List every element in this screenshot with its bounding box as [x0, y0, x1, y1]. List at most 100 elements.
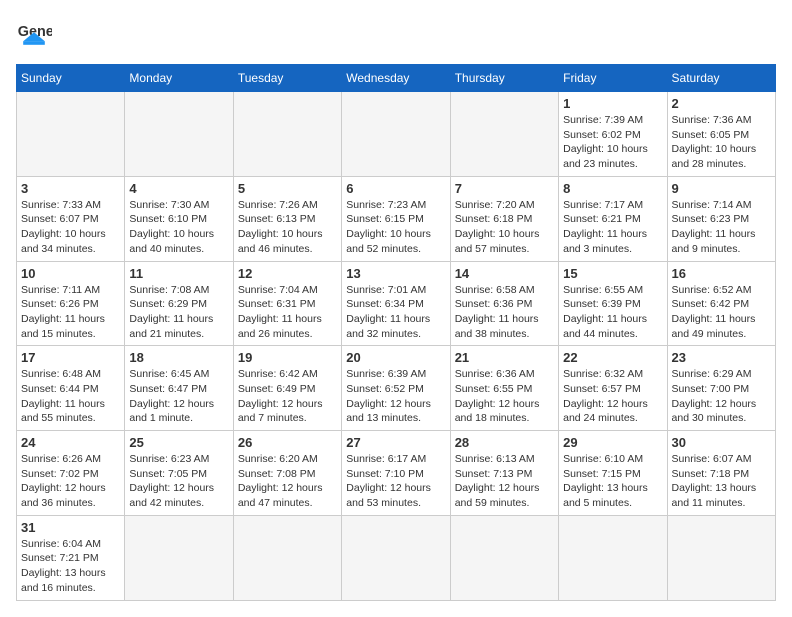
- day-info: Sunrise: 7:36 AMSunset: 6:05 PMDaylight:…: [672, 113, 771, 172]
- calendar-cell: 13 Sunrise: 7:01 AMSunset: 6:34 PMDayligh…: [342, 261, 450, 346]
- day-info: Sunrise: 7:23 AMSunset: 6:15 PMDaylight:…: [346, 198, 445, 257]
- day-number: 20: [346, 350, 445, 365]
- calendar-cell: 17 Sunrise: 6:48 AMSunset: 6:44 PMDayligh…: [17, 346, 125, 431]
- weekday-header-saturday: Saturday: [667, 65, 775, 92]
- day-number: 7: [455, 181, 554, 196]
- day-info: Sunrise: 7:14 AMSunset: 6:23 PMDaylight:…: [672, 198, 771, 257]
- day-info: Sunrise: 7:33 AMSunset: 6:07 PMDaylight:…: [21, 198, 120, 257]
- calendar-cell: [450, 515, 558, 600]
- calendar-cell: 30Sunrise: 6:07 AMSunset: 7:18 PMDayligh…: [667, 431, 775, 516]
- calendar-cell: 21Sunrise: 6:36 AMSunset: 6:55 PMDayligh…: [450, 346, 558, 431]
- day-number: 23: [672, 350, 771, 365]
- calendar-cell: 8Sunrise: 7:17 AMSunset: 6:21 PMDaylight…: [559, 176, 667, 261]
- calendar-week-4: 24 Sunrise: 6:26 AMSunset: 7:02 PMDayligh…: [17, 431, 776, 516]
- day-info: Sunrise: 6:58 AMSunset: 6:36 PMDaylight:…: [455, 283, 554, 342]
- day-number: 11: [129, 266, 228, 281]
- calendar-cell: [233, 515, 341, 600]
- header: General: [16, 16, 776, 52]
- calendar-cell: 14 Sunrise: 6:58 AMSunset: 6:36 PMDayligh…: [450, 261, 558, 346]
- day-info: Sunrise: 6:13 AMSunset: 7:13 PMDaylight:…: [455, 452, 554, 511]
- day-info: Sunrise: 7:30 AMSunset: 6:10 PMDaylight:…: [129, 198, 228, 257]
- day-number: 5: [238, 181, 337, 196]
- calendar-week-0: 1Sunrise: 7:39 AMSunset: 6:02 PMDaylight…: [17, 92, 776, 177]
- calendar-cell: 26Sunrise: 6:20 AMSunset: 7:08 PMDayligh…: [233, 431, 341, 516]
- day-info: Sunrise: 6:23 AMSunset: 7:05 PMDaylight:…: [129, 452, 228, 511]
- calendar-cell: [125, 92, 233, 177]
- day-number: 15: [563, 266, 662, 281]
- weekday-header-thursday: Thursday: [450, 65, 558, 92]
- day-number: 12: [238, 266, 337, 281]
- day-info: Sunrise: 6:52 AMSunset: 6:42 PMDaylight:…: [672, 283, 771, 342]
- day-info: Sunrise: 6:07 AMSunset: 7:18 PMDaylight:…: [672, 452, 771, 511]
- day-info: Sunrise: 7:04 AMSunset: 6:31 PMDaylight:…: [238, 283, 337, 342]
- weekday-header-sunday: Sunday: [17, 65, 125, 92]
- calendar-cell: 31 Sunrise: 6:04 AMSunset: 7:21 PMDayligh…: [17, 515, 125, 600]
- calendar-cell: 15 Sunrise: 6:55 AMSunset: 6:39 PMDayligh…: [559, 261, 667, 346]
- calendar-cell: 1Sunrise: 7:39 AMSunset: 6:02 PMDaylight…: [559, 92, 667, 177]
- day-info: Sunrise: 6:45 AMSunset: 6:47 PMDaylight:…: [129, 367, 228, 426]
- calendar-cell: [17, 92, 125, 177]
- calendar-cell: 18 Sunrise: 6:45 AMSunset: 6:47 PMDayligh…: [125, 346, 233, 431]
- calendar-cell: [450, 92, 558, 177]
- day-number: 16: [672, 266, 771, 281]
- calendar-cell: [667, 515, 775, 600]
- calendar-cell: 4 Sunrise: 7:30 AMSunset: 6:10 PMDaylight…: [125, 176, 233, 261]
- day-number: 25: [129, 435, 228, 450]
- weekday-header-wednesday: Wednesday: [342, 65, 450, 92]
- day-number: 17: [21, 350, 120, 365]
- calendar-cell: 24 Sunrise: 6:26 AMSunset: 7:02 PMDayligh…: [17, 431, 125, 516]
- calendar-cell: [233, 92, 341, 177]
- day-info: Sunrise: 6:26 AMSunset: 7:02 PMDaylight:…: [21, 452, 120, 511]
- calendar-week-5: 31 Sunrise: 6:04 AMSunset: 7:21 PMDayligh…: [17, 515, 776, 600]
- day-number: 4: [129, 181, 228, 196]
- calendar-cell: 6 Sunrise: 7:23 AMSunset: 6:15 PMDaylight…: [342, 176, 450, 261]
- day-number: 24: [21, 435, 120, 450]
- calendar-cell: 3Sunrise: 7:33 AMSunset: 6:07 PMDaylight…: [17, 176, 125, 261]
- day-info: Sunrise: 6:36 AMSunset: 6:55 PMDaylight:…: [455, 367, 554, 426]
- day-number: 28: [455, 435, 554, 450]
- calendar-week-2: 10 Sunrise: 7:11 AMSunset: 6:26 PMDayligh…: [17, 261, 776, 346]
- calendar-week-1: 3Sunrise: 7:33 AMSunset: 6:07 PMDaylight…: [17, 176, 776, 261]
- day-number: 2: [672, 96, 771, 111]
- day-info: Sunrise: 6:10 AMSunset: 7:15 PMDaylight:…: [563, 452, 662, 511]
- logo-icon: General: [16, 16, 52, 52]
- calendar-cell: [125, 515, 233, 600]
- day-number: 27: [346, 435, 445, 450]
- day-number: 6: [346, 181, 445, 196]
- logo: General: [16, 16, 56, 52]
- day-number: 26: [238, 435, 337, 450]
- day-info: Sunrise: 7:08 AMSunset: 6:29 PMDaylight:…: [129, 283, 228, 342]
- calendar-cell: 9Sunrise: 7:14 AMSunset: 6:23 PMDaylight…: [667, 176, 775, 261]
- day-info: Sunrise: 6:17 AMSunset: 7:10 PMDaylight:…: [346, 452, 445, 511]
- day-number: 31: [21, 520, 120, 535]
- calendar-week-3: 17 Sunrise: 6:48 AMSunset: 6:44 PMDayligh…: [17, 346, 776, 431]
- day-number: 13: [346, 266, 445, 281]
- day-info: Sunrise: 6:29 AMSunset: 7:00 PMDaylight:…: [672, 367, 771, 426]
- day-info: Sunrise: 7:20 AMSunset: 6:18 PMDaylight:…: [455, 198, 554, 257]
- day-info: Sunrise: 6:55 AMSunset: 6:39 PMDaylight:…: [563, 283, 662, 342]
- day-info: Sunrise: 7:01 AMSunset: 6:34 PMDaylight:…: [346, 283, 445, 342]
- day-info: Sunrise: 7:26 AMSunset: 6:13 PMDaylight:…: [238, 198, 337, 257]
- day-info: Sunrise: 7:17 AMSunset: 6:21 PMDaylight:…: [563, 198, 662, 257]
- day-number: 19: [238, 350, 337, 365]
- day-info: Sunrise: 6:48 AMSunset: 6:44 PMDaylight:…: [21, 367, 120, 426]
- calendar-cell: 23 Sunrise: 6:29 AMSunset: 7:00 PMDayligh…: [667, 346, 775, 431]
- calendar-cell: 29Sunrise: 6:10 AMSunset: 7:15 PMDayligh…: [559, 431, 667, 516]
- day-info: Sunrise: 6:04 AMSunset: 7:21 PMDaylight:…: [21, 537, 120, 596]
- day-info: Sunrise: 7:11 AMSunset: 6:26 PMDaylight:…: [21, 283, 120, 342]
- day-info: Sunrise: 7:39 AMSunset: 6:02 PMDaylight:…: [563, 113, 662, 172]
- calendar-cell: 7 Sunrise: 7:20 AMSunset: 6:18 PMDaylight…: [450, 176, 558, 261]
- calendar-cell: 16 Sunrise: 6:52 AMSunset: 6:42 PMDayligh…: [667, 261, 775, 346]
- calendar-cell: 25 Sunrise: 6:23 AMSunset: 7:05 PMDayligh…: [125, 431, 233, 516]
- calendar-cell: 12 Sunrise: 7:04 AMSunset: 6:31 PMDayligh…: [233, 261, 341, 346]
- calendar-cell: 10 Sunrise: 7:11 AMSunset: 6:26 PMDayligh…: [17, 261, 125, 346]
- calendar-cell: 11 Sunrise: 7:08 AMSunset: 6:29 PMDayligh…: [125, 261, 233, 346]
- day-number: 14: [455, 266, 554, 281]
- day-number: 10: [21, 266, 120, 281]
- day-info: Sunrise: 6:39 AMSunset: 6:52 PMDaylight:…: [346, 367, 445, 426]
- calendar-cell: [559, 515, 667, 600]
- day-info: Sunrise: 6:32 AMSunset: 6:57 PMDaylight:…: [563, 367, 662, 426]
- day-number: 18: [129, 350, 228, 365]
- weekday-header-friday: Friday: [559, 65, 667, 92]
- calendar-cell: 27 Sunrise: 6:17 AMSunset: 7:10 PMDayligh…: [342, 431, 450, 516]
